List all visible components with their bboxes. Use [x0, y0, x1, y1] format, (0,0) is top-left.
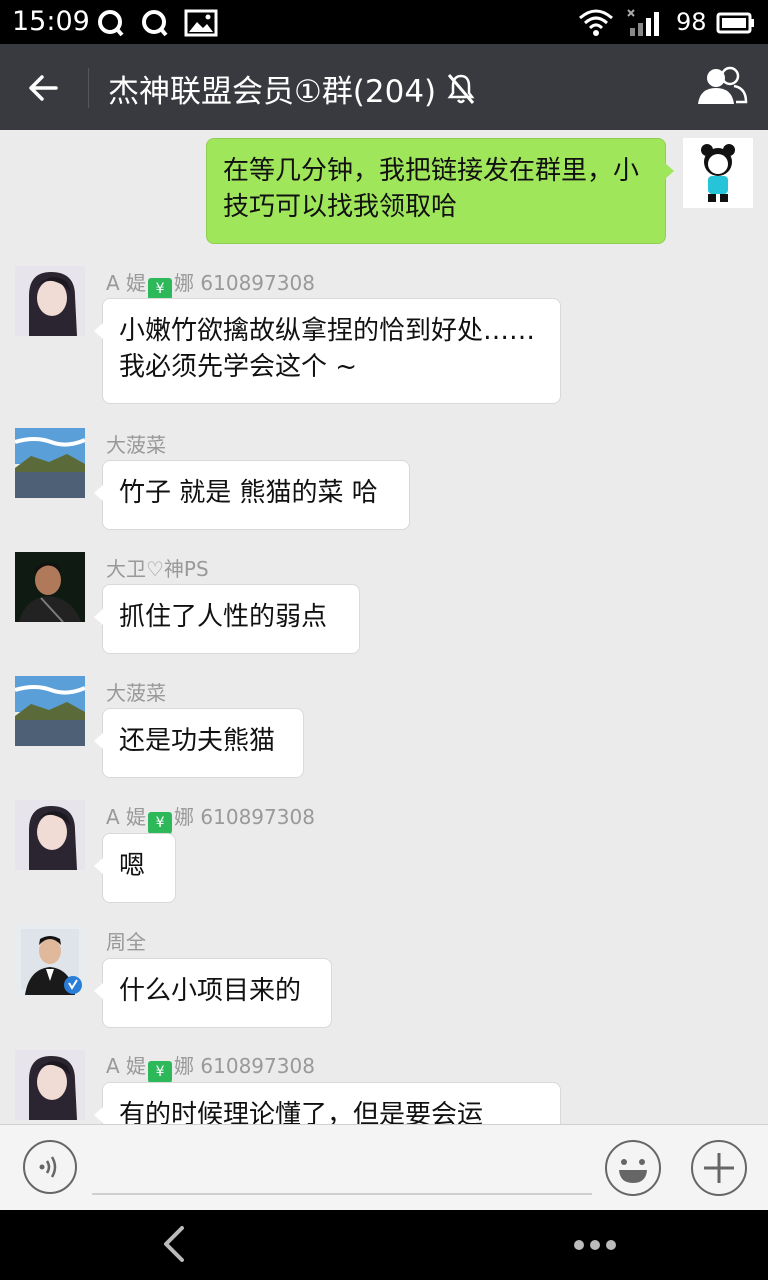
chat-message-list[interactable]: 在等几分钟，我把链接发在群里，小技巧可以找我领取哈 A 媞 ¥ 娜 61089730… [0, 130, 768, 1124]
chat-title: 杰神联盟会员①群(204) [108, 74, 437, 110]
signal-icon [627, 9, 659, 36]
sender-name: 大卫♡神PS [106, 557, 209, 581]
landscape-lake-avatar[interactable] [15, 428, 85, 498]
message-text: 在等几分钟，我把链接发在群里，小技巧可以找我领取哈 [223, 156, 640, 222]
wifi-icon [579, 9, 613, 36]
status-bar: 15:09 98 [0, 0, 768, 44]
sender-name: A 媞 ¥ 娜 610897308 [106, 1050, 315, 1083]
landscape-lake-avatar[interactable] [15, 676, 85, 746]
money-emoji-icon: ¥ [148, 812, 173, 834]
money-emoji-icon: ¥ [148, 278, 173, 300]
message-text: 什么小项目来的 [119, 976, 302, 1006]
message-bubble[interactable]: 小嫩竹欲擒故纵拿捏的恰到好处……我必须先学会这个 ~ [94, 298, 561, 404]
sender-name: 大菠菜 [106, 681, 166, 705]
message-text: 有的时候理论懂了，但是要会运 [119, 1100, 484, 1124]
header-divider [88, 68, 89, 108]
status-time: 15:09 [12, 6, 90, 37]
back-chevron-icon[interactable] [158, 1224, 190, 1264]
group-members-icon[interactable] [696, 66, 748, 108]
back-arrow-icon[interactable] [22, 66, 66, 110]
girl-portrait-avatar[interactable] [15, 800, 85, 870]
message-text: 竹子 就是 熊猫的菜 哈 [119, 478, 378, 508]
man-suit-portrait-avatar[interactable] [15, 925, 85, 995]
emoji-icon[interactable] [604, 1139, 662, 1197]
system-nav-bar [0, 1210, 768, 1280]
message-text: 小嫩竹欲擒故纵拿捏的恰到好处……我必须先学会这个 ~ [119, 316, 536, 382]
message-bubble[interactable]: 有的时候理论懂了，但是要会运 [94, 1082, 561, 1124]
message-text: 抓住了人性的弱点 [119, 602, 328, 632]
battery-level: 98 [676, 8, 707, 36]
message-bubble[interactable]: 竹子 就是 熊猫的菜 哈 [94, 460, 410, 530]
qq-icon [98, 10, 124, 37]
chat-header: 杰神联盟会员①群(204) [0, 44, 768, 130]
message-bubble[interactable]: 什么小项目来的 [94, 958, 332, 1028]
message-bubble[interactable]: 嗯 [94, 833, 176, 903]
qq-icon [142, 10, 168, 37]
sender-name: A 媞 ¥ 娜 610897308 [106, 267, 315, 300]
image-icon [184, 9, 218, 37]
message-text: 还是功夫熊猫 [119, 726, 276, 756]
more-dots-icon[interactable] [572, 1238, 618, 1252]
battery-icon [716, 12, 754, 34]
money-emoji-icon: ¥ [148, 1061, 173, 1083]
message-bubble[interactable]: 还是功夫熊猫 [94, 708, 304, 778]
message-text: 嗯 [119, 851, 146, 881]
sender-name: A 媞 ¥ 娜 610897308 [106, 801, 315, 834]
message-text-input[interactable] [92, 1193, 592, 1195]
message-bubble[interactable]: 抓住了人性的弱点 [94, 584, 360, 654]
girl-portrait-avatar[interactable] [15, 1050, 85, 1120]
man-dark-portrait-avatar[interactable] [15, 552, 85, 622]
sender-name: 大菠菜 [106, 433, 166, 457]
voice-icon[interactable] [22, 1139, 78, 1195]
message-input-bar [0, 1124, 768, 1211]
mute-bell-icon [447, 74, 475, 104]
my-message-bubble[interactable]: 在等几分钟，我把链接发在群里，小技巧可以找我领取哈 [206, 138, 674, 244]
plus-icon[interactable] [690, 1139, 748, 1197]
helper-robot-avatar[interactable] [683, 138, 753, 208]
girl-portrait-avatar[interactable] [15, 266, 85, 336]
sender-name: 周全 [106, 930, 146, 954]
